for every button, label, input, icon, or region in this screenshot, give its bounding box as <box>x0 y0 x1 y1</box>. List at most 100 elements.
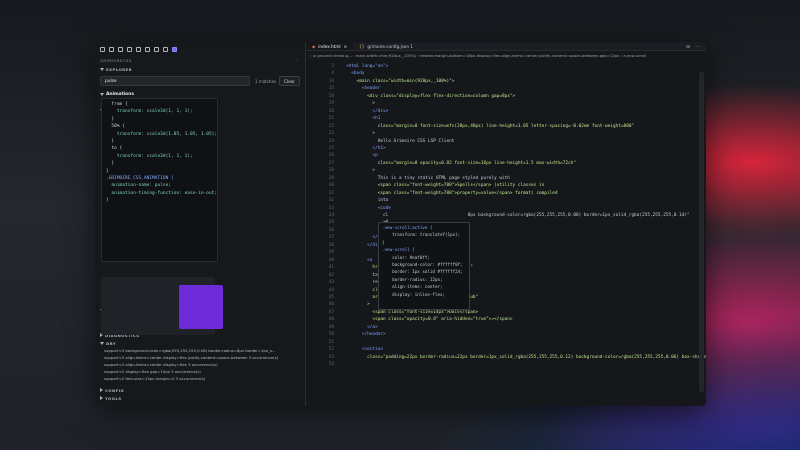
editor: ◆ index.html × {} grimoire.config.json 1 ⊞ ⋯… <box>306 42 706 406</box>
code-line[interactable]: </a> <box>346 325 378 330</box>
line-number: 45 <box>328 294 334 300</box>
dry-header[interactable]: DRY <box>95 339 305 347</box>
chevron-right-icon <box>100 388 103 392</box>
code-line[interactable]: class="padding=22px border-radius=22px b… <box>346 355 706 360</box>
explorer-header[interactable]: EXPLORER <box>95 65 305 73</box>
line-number: 38 <box>328 242 334 248</box>
dry-item[interactable]: support<2 font-size=13px margin=0 3 occu… <box>95 375 305 382</box>
search-input[interactable]: pulse <box>100 76 250 86</box>
dry-item[interactable]: support<3 align-items=center display=fle… <box>95 361 305 368</box>
details-code-line: } <box>106 116 115 122</box>
line-number: 44 <box>328 287 334 293</box>
code-line[interactable]: <header <box>346 86 381 91</box>
details-code-line: transform: scale3d(1, 1, 1); <box>106 109 193 115</box>
details-code-line: } <box>106 198 109 204</box>
clear-button[interactable]: Clear <box>279 76 300 86</box>
git-icon[interactable] <box>127 46 132 52</box>
code-line[interactable]: Hello Grimoire CSS LSP Client <box>346 139 455 144</box>
line-number: 21 <box>328 116 334 122</box>
line-number: 31 <box>328 190 334 196</box>
code-line[interactable]: </div> <box>346 109 388 114</box>
test-icon[interactable] <box>163 46 168 52</box>
code-line[interactable]: <span class="font-size=14px">Docs</span> <box>346 310 478 315</box>
hover-line: align-items: center; <box>382 284 443 290</box>
line-number: 4 <box>331 71 334 77</box>
code-line[interactable]: <a <box>346 258 372 263</box>
tab-index-html[interactable]: ◆ index.html × <box>306 42 354 50</box>
code-line[interactable]: <span class="opacity=0.8" aria-hidden="t… <box>346 317 512 322</box>
animations-header[interactable]: Animations <box>95 90 305 98</box>
code-line[interactable]: class="margin=0 opacity=0.82 font-size=1… <box>346 161 576 166</box>
dry-item[interactable]: support<3 align-items=center display=fle… <box>95 354 305 361</box>
dry-item[interactable]: support<2 display=flex gap=10px 3 occurr… <box>95 368 305 375</box>
debug-icon[interactable] <box>136 46 141 52</box>
more-icon[interactable]: ⋯ <box>696 44 700 49</box>
code-line[interactable]: <p <box>346 153 377 158</box>
dry-list: support<3 background-color=rgba(255,255,… <box>95 347 305 382</box>
code-line[interactable]: <section <box>346 347 383 352</box>
code-line[interactable]: <main class="width=min(920px,_100%)"> <box>346 79 455 84</box>
line-number: 29 <box>328 175 334 181</box>
search-icon[interactable] <box>118 46 123 52</box>
html-file-icon: ◆ <box>312 43 316 49</box>
hover-line: border: 1px solid #ffffff24; <box>382 269 463 275</box>
line-number: 28 <box>328 168 334 174</box>
code-lines[interactable]: 3 <html lang="en"> 4 <body 14 <main class="… <box>306 62 706 406</box>
line-number: 47 <box>328 309 334 315</box>
code-line[interactable]: </h1> <box>346 146 385 151</box>
code-line[interactable]: This is a tiny static HTML page styled p… <box>346 176 510 181</box>
close-icon[interactable]: × <box>344 44 348 49</box>
details-code-line: } <box>106 161 115 167</box>
line-number: 33 <box>328 205 334 211</box>
preview-box <box>179 285 223 329</box>
hover-line: transform: translateY(1px); <box>382 232 461 238</box>
code-line[interactable]: cl 8px background-color=rgba(255,255,255… <box>346 213 690 218</box>
explorer-icon[interactable] <box>100 46 105 52</box>
code-line[interactable]: > <box>346 168 375 173</box>
details-code: from { transform: scale3d(1, 1, 1); } 50… <box>102 99 217 207</box>
files-icon[interactable] <box>109 46 114 52</box>
dry-item[interactable]: support<3 background-color=rgba(255,255,… <box>95 347 305 354</box>
details-code-line: } <box>106 168 109 174</box>
line-number: 40 <box>328 257 334 263</box>
line-number: 49 <box>328 324 334 330</box>
hover-line: display: inline-flex; <box>382 291 446 297</box>
hover-line: color: #eaf0ff; <box>382 254 430 260</box>
config-header[interactable]: CONFIG <box>95 386 305 394</box>
code-line[interactable]: > <box>346 302 370 307</box>
code-line[interactable]: class="margin=0 font-size=mfs(28px,48px)… <box>346 124 634 129</box>
scrollbar[interactable] <box>699 72 704 392</box>
code-line[interactable]: <html lang="en"> <box>346 64 388 69</box>
code-line[interactable]: <span class="font-weight=700">Spells</sp… <box>346 183 545 188</box>
details-code-line: from { <box>106 102 128 107</box>
line-number: 50 <box>328 332 334 338</box>
code-line[interactable]: > <box>346 101 375 106</box>
code-line[interactable]: into <box>346 198 389 203</box>
code-line[interactable]: > <box>346 131 375 136</box>
code-line[interactable]: <body <box>346 71 364 76</box>
tools-header[interactable]: TOOLS <box>95 394 305 402</box>
more-icon[interactable]: ⋯ <box>295 58 299 63</box>
extensions-icon[interactable] <box>145 46 150 52</box>
details-code-line: 50% { <box>106 124 125 130</box>
code-line[interactable]: <span class="font-weight=700">property=v… <box>346 191 558 196</box>
line-number: 32 <box>328 198 334 204</box>
line-number: 19 <box>328 101 334 107</box>
details-code-line: } <box>106 139 115 145</box>
code-line[interactable]: </header> <box>346 332 386 337</box>
line-number: 46 <box>328 302 334 308</box>
bottom-sections: DIAGNOSTICS DRY support<3 background-col… <box>95 331 305 402</box>
details-code-line: animation-timing-function: ease-in-out; <box>106 190 218 196</box>
breadcrumb: › ui ground=linear-g... › main.width=min… <box>310 52 647 58</box>
split-icon[interactable]: ⊞ <box>686 44 690 49</box>
preview-area <box>101 277 223 335</box>
grimoire-icon[interactable] <box>172 46 177 52</box>
code-line[interactable]: <div class="display=flex flex-direction=… <box>346 94 515 99</box>
line-number: 52 <box>328 347 334 353</box>
tab-grimoire-config[interactable]: {} grimoire.config.json 1 <box>353 42 419 50</box>
line-number: 15 <box>328 86 334 92</box>
code-line[interactable]: <code <box>346 206 391 211</box>
code-line[interactable]: <h1 <box>346 116 380 121</box>
remote-icon[interactable] <box>154 46 159 52</box>
line-number: 26 <box>328 153 334 159</box>
